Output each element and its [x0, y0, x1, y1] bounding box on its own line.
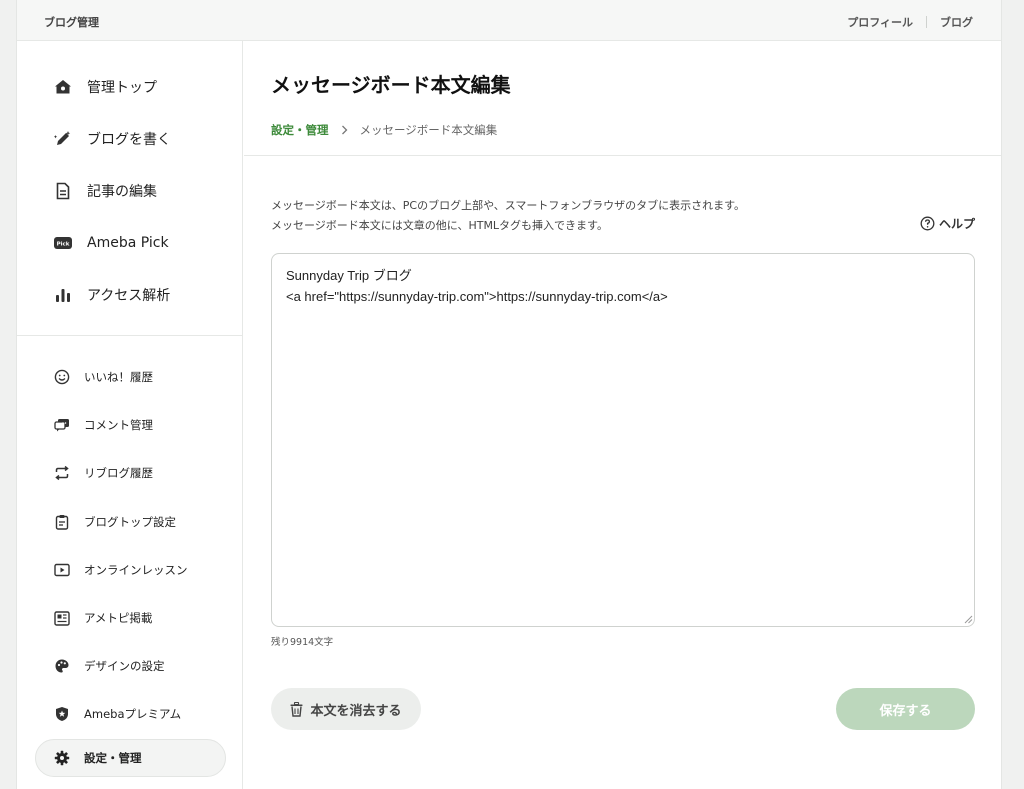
sidebar-item-label: ブログトップ設定	[84, 514, 176, 529]
breadcrumb: 設定・管理 メッセージボード本文編集	[271, 122, 497, 138]
description-line: メッセージボード本文には文章の他に、HTMLタグも挿入できます。	[271, 219, 608, 232]
pen-icon	[53, 129, 73, 149]
sidebar-item-label: Ameba Pick	[87, 235, 169, 251]
resize-handle-icon[interactable]	[963, 614, 973, 624]
sidebar-item-label: Amebaプレミアム	[84, 707, 182, 722]
top-links: プロフィール ブログ	[847, 14, 973, 30]
brand-title: ブログ管理	[44, 16, 99, 29]
breadcrumb-current: メッセージボード本文編集	[359, 123, 498, 137]
sidebar-item-label: デザインの設定	[84, 659, 165, 674]
sidebar-item-edit-posts[interactable]: 記事の編集	[17, 165, 242, 217]
blog-link[interactable]: ブログ	[940, 14, 973, 30]
home-icon	[53, 77, 73, 97]
sidebar-item-label: コメント管理	[84, 418, 153, 433]
clear-button-label: 本文を消去する	[310, 703, 402, 719]
smile-icon	[53, 369, 70, 386]
clear-body-button[interactable]: 本文を消去する	[271, 688, 421, 730]
profile-link[interactable]: プロフィール	[847, 14, 913, 30]
sidebar-sub-nav: いいね！履歴 コメント管理 リブログ履歴 ブログトップ設定 オンラインレッスン …	[17, 336, 242, 777]
clipboard-icon	[53, 513, 70, 530]
sidebar-item-admin-top[interactable]: 管理トップ	[17, 61, 242, 113]
sidebar-item-ametopi[interactable]: アメトピ掲載	[17, 594, 242, 642]
video-icon	[53, 561, 70, 578]
save-button[interactable]: 保存する	[836, 688, 975, 730]
sidebar-item-label: 管理トップ	[87, 80, 157, 96]
description-line: メッセージボード本文は、PCのブログ上部や、スマートフォンブラウザのタブに表示さ…	[271, 199, 746, 212]
sidebar-main-nav: 管理トップ ブログを書く 記事の編集 Pick Ameba Pick アクセス解…	[17, 41, 242, 321]
message-board-editor[interactable]: Sunnyday Trip ブログ <a href="https://sunny…	[271, 253, 975, 627]
chevron-right-icon	[341, 125, 348, 135]
page-title: メッセージボード本文編集	[271, 73, 511, 97]
shield-star-icon	[53, 706, 70, 723]
app-frame: ブログ管理 プロフィール ブログ 管理トップ ブログを書く 記事の編集 Pick…	[16, 0, 1002, 789]
sidebar-item-label: リブログ履歴	[84, 466, 153, 481]
sidebar-item-blog-top-settings[interactable]: ブログトップ設定	[17, 498, 242, 546]
pick-icon: Pick	[53, 233, 73, 253]
sidebar-item-ameba-pick[interactable]: Pick Ameba Pick	[17, 217, 242, 269]
sidebar-item-online-lesson[interactable]: オンラインレッスン	[17, 546, 242, 594]
gear-icon	[53, 749, 70, 766]
sidebar-item-likes-history[interactable]: いいね！履歴	[17, 353, 242, 401]
sidebar-item-comments[interactable]: コメント管理	[17, 401, 242, 449]
newspaper-icon	[53, 610, 70, 627]
help-circle-icon	[920, 216, 935, 231]
document-icon	[53, 181, 73, 201]
link-divider	[926, 16, 927, 28]
palette-icon	[53, 658, 70, 675]
sidebar-item-label: 記事の編集	[87, 184, 157, 200]
sidebar-item-write[interactable]: ブログを書く	[17, 113, 242, 165]
sidebar-item-label: いいね！履歴	[84, 370, 153, 385]
help-label: ヘルプ	[938, 217, 975, 231]
sidebar-item-analytics[interactable]: アクセス解析	[17, 269, 242, 321]
top-bar: ブログ管理 プロフィール ブログ	[17, 0, 1001, 41]
sidebar-item-label: 設定・管理	[84, 750, 142, 765]
sidebar-item-ameba-premium[interactable]: Amebaプレミアム	[17, 690, 242, 738]
svg-text:Pick: Pick	[57, 241, 70, 247]
header-divider	[244, 155, 1001, 156]
trash-icon	[290, 701, 303, 717]
comment-icon	[53, 417, 70, 434]
bar-chart-icon	[53, 285, 73, 305]
sidebar: 管理トップ ブログを書く 記事の編集 Pick Ameba Pick アクセス解…	[17, 41, 243, 789]
sidebar-item-design-settings[interactable]: デザインの設定	[17, 642, 242, 690]
help-link[interactable]: ヘルプ	[920, 215, 975, 232]
sidebar-item-label: オンラインレッスン	[84, 562, 188, 577]
character-counter: 残り9914文字	[271, 637, 334, 648]
reblog-icon	[53, 465, 70, 482]
sidebar-item-label: アクセス解析	[87, 288, 171, 304]
sidebar-item-label: ブログを書く	[87, 132, 171, 148]
sidebar-item-label: アメトピ掲載	[84, 611, 153, 626]
sidebar-item-settings[interactable]: 設定・管理	[35, 738, 226, 777]
description: メッセージボード本文は、PCのブログ上部や、スマートフォンブラウザのタブに表示さ…	[271, 196, 745, 236]
sidebar-item-reblog-history[interactable]: リブログ履歴	[17, 449, 242, 497]
main-content: メッセージボード本文編集 設定・管理 メッセージボード本文編集 メッセージボード…	[244, 41, 1001, 789]
breadcrumb-settings-link[interactable]: 設定・管理	[271, 122, 329, 138]
